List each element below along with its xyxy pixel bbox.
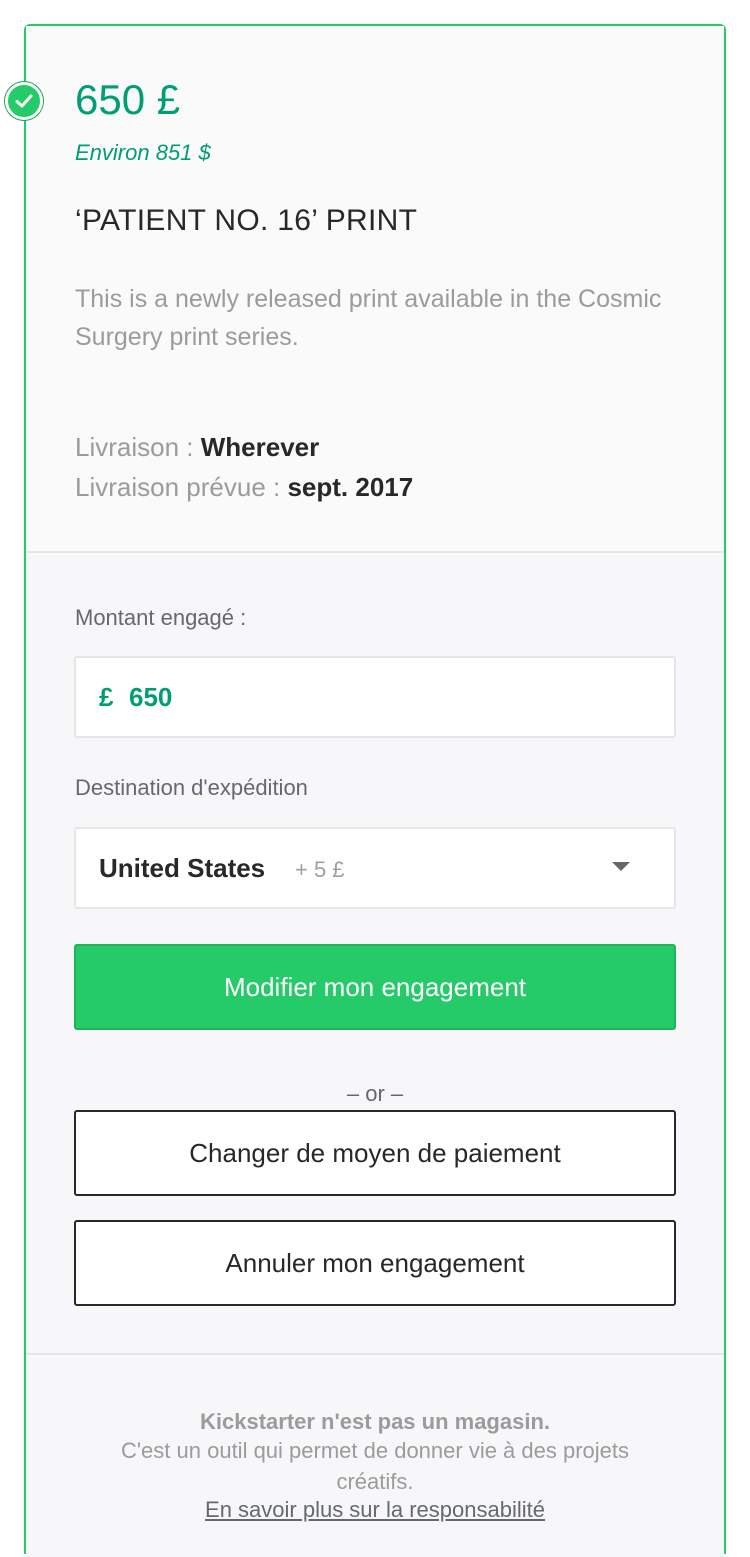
notice-text: C'est un outil qui permet de donner vie …	[120, 1438, 630, 1494]
reward-card: 650 £ Environ 851 $ ‘PATIENT NO. 16’ PRI…	[24, 24, 726, 1557]
learn-more-link[interactable]: En savoir plus sur la responsabilité	[26, 1497, 724, 1523]
caret-down-icon[interactable]	[612, 862, 630, 871]
pledge-form: Montant engagé : £ 650 Destination d'exp…	[26, 555, 724, 1355]
delivery-value: sept. 2017	[287, 472, 414, 502]
reward-price-approx: Environ 851 $	[75, 140, 211, 165]
cancel-pledge-button[interactable]: Annuler mon engagement	[74, 1220, 676, 1306]
reward-summary: 650 £ Environ 851 $ ‘PATIENT NO. 16’ PRI…	[26, 26, 724, 553]
reward-title: ‘PATIENT NO. 16’ PRINT	[75, 204, 418, 237]
shipping-destination-select[interactable]: United States + 5 £	[74, 827, 676, 909]
checkmark-icon	[15, 94, 33, 108]
accountability-footer: Kickstarter n'est pas un magasin. C'est …	[26, 1357, 724, 1557]
delivery-label: Livraison prévue :	[75, 472, 281, 502]
pledge-amount-input[interactable]: £ 650	[74, 656, 676, 738]
shipping-label: Livraison :	[75, 432, 194, 462]
check-circle-icon	[5, 82, 43, 120]
reward-price: 650 £	[75, 76, 181, 123]
delivery-info: Livraison prévue : sept. 2017	[75, 472, 413, 503]
not-a-store-notice: Kickstarter n'est pas un magasin.	[199, 1409, 551, 1434]
destination-value: United States	[99, 853, 266, 883]
update-pledge-button[interactable]: Modifier mon engagement	[74, 944, 676, 1030]
shipping-cost-extra: + 5 £	[295, 857, 345, 882]
shipping-value: Wherever	[200, 432, 320, 462]
currency-symbol: £	[99, 682, 114, 712]
destination-label: Destination d'expédition	[75, 775, 308, 800]
amount-label: Montant engagé :	[75, 605, 247, 630]
or-separator: – or –	[346, 1081, 404, 1106]
pledge-amount-value[interactable]: 650	[129, 682, 172, 713]
change-payment-button[interactable]: Changer de moyen de paiement	[74, 1110, 676, 1196]
shipping-info: Livraison : Wherever	[75, 432, 319, 463]
reward-description: This is a newly released print available…	[75, 285, 662, 351]
